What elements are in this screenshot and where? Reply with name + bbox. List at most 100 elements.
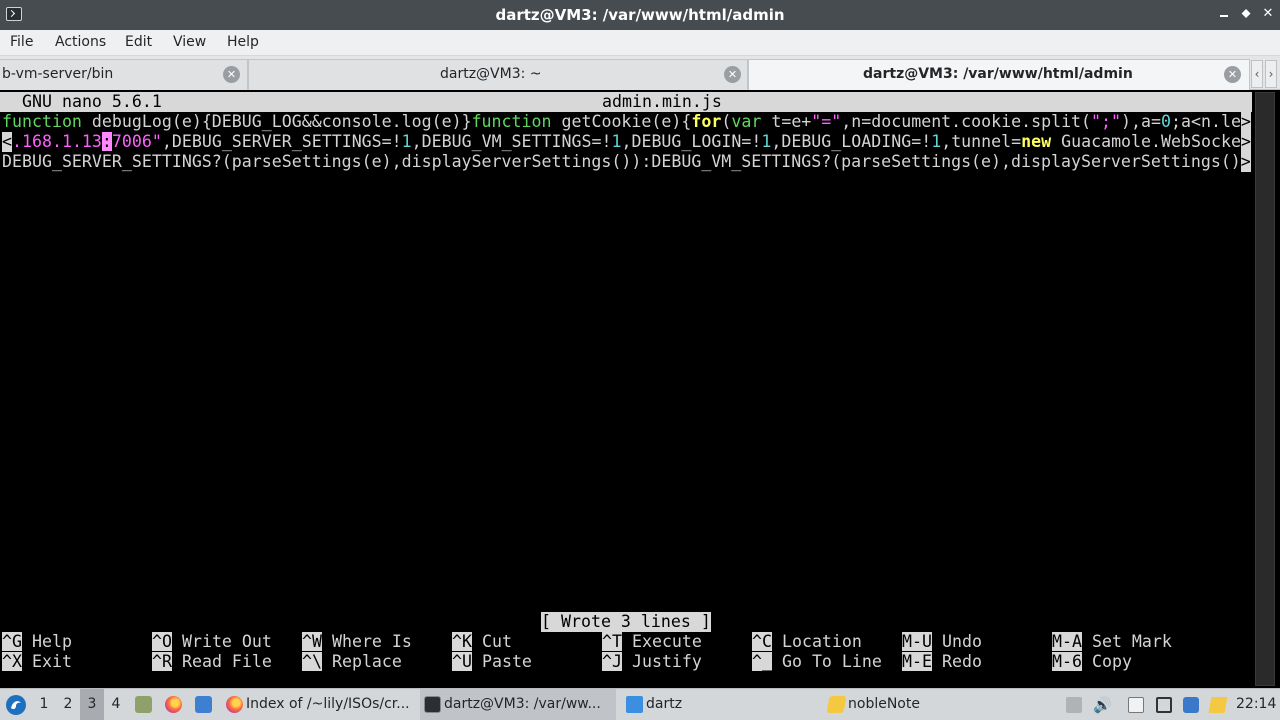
text-cursor: : xyxy=(101,132,112,151)
code-token: 1 xyxy=(401,132,412,151)
line-truncation-marker: > xyxy=(1240,152,1251,172)
firefox-launcher-icon[interactable] xyxy=(164,689,184,720)
nano-shortcut[interactable]: M-6 Copy xyxy=(1052,652,1132,672)
tab-2[interactable]: dartz@VM3: ~ ✕ xyxy=(248,59,748,90)
shortcut-key: ^_ xyxy=(752,652,772,671)
shortcut-label: Copy xyxy=(1081,652,1132,671)
nano-version: GNU nano 5.6.1 xyxy=(22,92,162,111)
nano-shortcut[interactable]: ^W Where Is xyxy=(302,632,412,652)
nano-shortcut[interactable]: ^O Write Out xyxy=(152,632,272,652)
maximize-icon[interactable]: ⬥ xyxy=(1238,6,1254,22)
shortcut-label: Replace xyxy=(321,652,402,671)
line-truncation-marker: > xyxy=(1240,132,1251,152)
tab-1[interactable]: b-vm-server/bin ✕ xyxy=(0,59,248,90)
tab-label: dartz@VM3: /var/www/html/admin xyxy=(863,66,1133,82)
window-titlebar: dartz@VM3: /var/www/html/admin ⬥ ✕ xyxy=(0,0,1280,30)
nano-status-message: [ Wrote 3 lines ] xyxy=(541,612,711,632)
code-token: ;a<n.le xyxy=(1171,112,1241,131)
nano-shortcut[interactable]: ^U Paste xyxy=(452,652,532,672)
task-terminal[interactable]: dartz@VM3: /var/ww... xyxy=(420,689,616,720)
code-token: ";" xyxy=(1091,112,1122,131)
task-label: dartz xyxy=(646,696,683,712)
desktop-3[interactable]: 3 xyxy=(80,689,104,720)
code-token: ,DEBUG_SERVER_SETTINGS=! xyxy=(161,132,402,151)
shortcut-key: ^R xyxy=(152,652,172,671)
files-icon xyxy=(135,696,152,713)
volume-icon[interactable]: 🔊 xyxy=(1093,697,1112,713)
editor-line-2[interactable]: <.168.1.13:7006",DEBUG_SERVER_SETTINGS=!… xyxy=(2,132,1251,152)
scrollbar-thumb[interactable] xyxy=(1255,92,1275,686)
nano-shortcut[interactable]: ^G Help xyxy=(2,632,72,652)
task-label: dartz@VM3: /var/ww... xyxy=(444,696,601,712)
shortcut-label: Paste xyxy=(471,652,532,671)
code-token: .168.1.13 xyxy=(12,132,102,151)
shortcut-label: Justify xyxy=(621,652,702,671)
clock[interactable]: 22:14 xyxy=(1236,689,1276,720)
menu-actions[interactable]: Actions xyxy=(55,34,106,50)
task-noblenote[interactable]: nobleNote xyxy=(824,689,1020,720)
task-label: Index of /~lily/ISOs/cr... xyxy=(246,696,410,712)
code-token: ,n=document.cookie.split( xyxy=(841,112,1092,131)
close-icon[interactable]: ✕ xyxy=(1260,6,1276,22)
nano-shortcut[interactable]: ^_ Go To Line xyxy=(752,652,882,672)
shortcut-key: ^J xyxy=(602,652,622,671)
firefox-icon xyxy=(165,696,182,713)
nano-header: GNU nano 5.6.1 admin.min.js xyxy=(0,92,1252,112)
tab-scroll-right-icon[interactable]: › xyxy=(1265,60,1277,88)
shortcut-key: ^O xyxy=(152,632,172,651)
editor-line-1[interactable]: function debugLog(e){DEBUG_LOG&&console.… xyxy=(2,112,1251,132)
tab-3[interactable]: dartz@VM3: /var/www/html/admin ✕ xyxy=(748,59,1250,90)
nano-shortcut[interactable]: M-E Redo xyxy=(902,652,982,672)
minimize-icon[interactable] xyxy=(1216,6,1232,22)
tab-close-icon[interactable]: ✕ xyxy=(1224,66,1241,83)
terminal-view[interactable]: GNU nano 5.6.1 admin.min.js function deb… xyxy=(0,90,1280,688)
nano-shortcut[interactable]: ^T Execute xyxy=(602,632,702,652)
desktop-2[interactable]: 2 xyxy=(56,689,80,720)
shortcut-label: Redo xyxy=(931,652,982,671)
shortcut-label: Help xyxy=(21,632,72,651)
shortcut-key: M-U xyxy=(902,632,932,651)
firefox-icon xyxy=(226,696,243,713)
update-icon[interactable] xyxy=(1183,697,1199,713)
clipboard-icon[interactable] xyxy=(1128,697,1144,713)
code-token: function xyxy=(471,112,552,131)
menu-edit[interactable]: Edit xyxy=(125,34,152,50)
terminal-scrollbar[interactable] xyxy=(1252,90,1278,688)
shortcut-label: Set Mark xyxy=(1081,632,1172,651)
tab-label: b-vm-server/bin xyxy=(2,66,114,82)
shortcut-label: Exit xyxy=(21,652,72,671)
code-token: debugLog(e){DEBUG_LOG&&console.log(e)} xyxy=(81,112,472,131)
notification-icon[interactable] xyxy=(1066,697,1082,713)
nano-shortcut[interactable]: ^K Cut xyxy=(452,632,512,652)
show-desktop-icon[interactable] xyxy=(194,689,214,720)
nano-shortcut[interactable]: M-U Undo xyxy=(902,632,982,652)
nano-shortcut[interactable]: ^\ Replace xyxy=(302,652,402,672)
start-menu-icon[interactable] xyxy=(4,689,28,720)
nano-shortcut[interactable]: ^R Read File xyxy=(152,652,272,672)
line-truncation-marker: < xyxy=(2,132,12,152)
shortcut-label: Cut xyxy=(471,632,512,651)
nano-shortcut[interactable]: M-A Set Mark xyxy=(1052,632,1172,652)
noblenote-tray-icon[interactable] xyxy=(1208,697,1228,713)
code-token: ,DEBUG_LOGIN=! xyxy=(621,132,762,151)
menu-view[interactable]: View xyxy=(173,34,206,50)
tab-close-icon[interactable]: ✕ xyxy=(223,66,240,83)
code-token: ,DEBUG_VM_SETTINGS=! xyxy=(411,132,612,151)
nano-shortcut[interactable]: ^J Justify xyxy=(602,652,702,672)
desktop-4[interactable]: 4 xyxy=(104,689,128,720)
task-firefox[interactable]: Index of /~lily/ISOs/cr... xyxy=(222,689,418,720)
task-files[interactable]: dartz xyxy=(622,689,818,720)
nano-shortcut[interactable]: ^C Location xyxy=(752,632,862,652)
code-token: t=e+ xyxy=(761,112,812,131)
menu-file[interactable]: File xyxy=(10,34,33,50)
tab-close-icon[interactable]: ✕ xyxy=(724,66,741,83)
tab-scroll-left-icon[interactable]: ‹ xyxy=(1251,60,1263,88)
editor-line-3[interactable]: DEBUG_SERVER_SETTINGS?(parseSettings(e),… xyxy=(2,152,1251,172)
desktop-1[interactable]: 1 xyxy=(32,689,56,720)
terminal-icon xyxy=(424,696,441,713)
shortcut-key: ^C xyxy=(752,632,772,651)
menu-help[interactable]: Help xyxy=(227,34,259,50)
display-icon[interactable] xyxy=(1156,697,1172,713)
file-manager-launcher-icon[interactable] xyxy=(134,689,154,720)
nano-shortcut[interactable]: ^X Exit xyxy=(2,652,72,672)
